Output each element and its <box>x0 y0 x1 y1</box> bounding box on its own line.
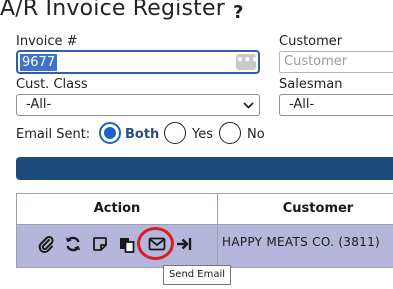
search-button[interactable] <box>16 157 393 180</box>
salesman-select[interactable]: -All- <box>279 94 393 116</box>
chevron-down-icon <box>243 95 254 122</box>
customer-label: Customer <box>279 34 343 49</box>
invoice-input[interactable]: 9677 ••• <box>16 50 260 74</box>
invoice-label: Invoice # <box>16 34 78 49</box>
email-no-radio[interactable] <box>219 122 241 144</box>
table-row[interactable]: HAPPY MEATS CO. (3811) <box>17 225 393 267</box>
email-both-label[interactable]: Both <box>125 127 159 142</box>
email-yes-label[interactable]: Yes <box>192 127 213 142</box>
invoice-value[interactable]: 9677 <box>20 54 58 71</box>
salesman-label: Salesman <box>279 77 343 92</box>
email-sent-label: Email Sent: <box>16 127 91 142</box>
help-icon[interactable]: ? <box>233 2 243 23</box>
paperclip-icon[interactable] <box>36 234 56 254</box>
action-column-header[interactable]: Action <box>17 194 217 224</box>
page-title: A/R Invoice Register <box>0 0 225 21</box>
email-yes-radio[interactable] <box>164 122 186 144</box>
cust-class-value: -All- <box>26 97 52 112</box>
row-customer-name[interactable]: HAPPY MEATS CO. (3811) <box>222 235 380 249</box>
results-table: Action Customer HAPPY MEATS CO. (3811) <box>16 193 393 268</box>
copy-icon[interactable] <box>117 234 137 254</box>
column-divider <box>217 194 218 267</box>
refresh-icon[interactable] <box>63 234 83 254</box>
send-email-tooltip: Send Email <box>163 265 231 285</box>
cust-class-select[interactable]: -All- <box>16 94 260 116</box>
salesman-value: -All- <box>289 97 315 112</box>
email-sent-group: Email Sent: Both Yes No <box>16 122 276 148</box>
customer-input[interactable]: Customer <box>279 51 393 73</box>
customer-column-header[interactable]: Customer <box>218 194 393 224</box>
post-icon[interactable] <box>175 234 195 254</box>
email-both-radio[interactable] <box>99 122 121 144</box>
annotation-circle <box>137 227 174 260</box>
email-no-label[interactable]: No <box>247 127 265 142</box>
ellipsis-icon[interactable]: ••• <box>236 54 259 70</box>
note-icon[interactable] <box>90 234 110 254</box>
cust-class-label: Cust. Class <box>16 77 88 92</box>
